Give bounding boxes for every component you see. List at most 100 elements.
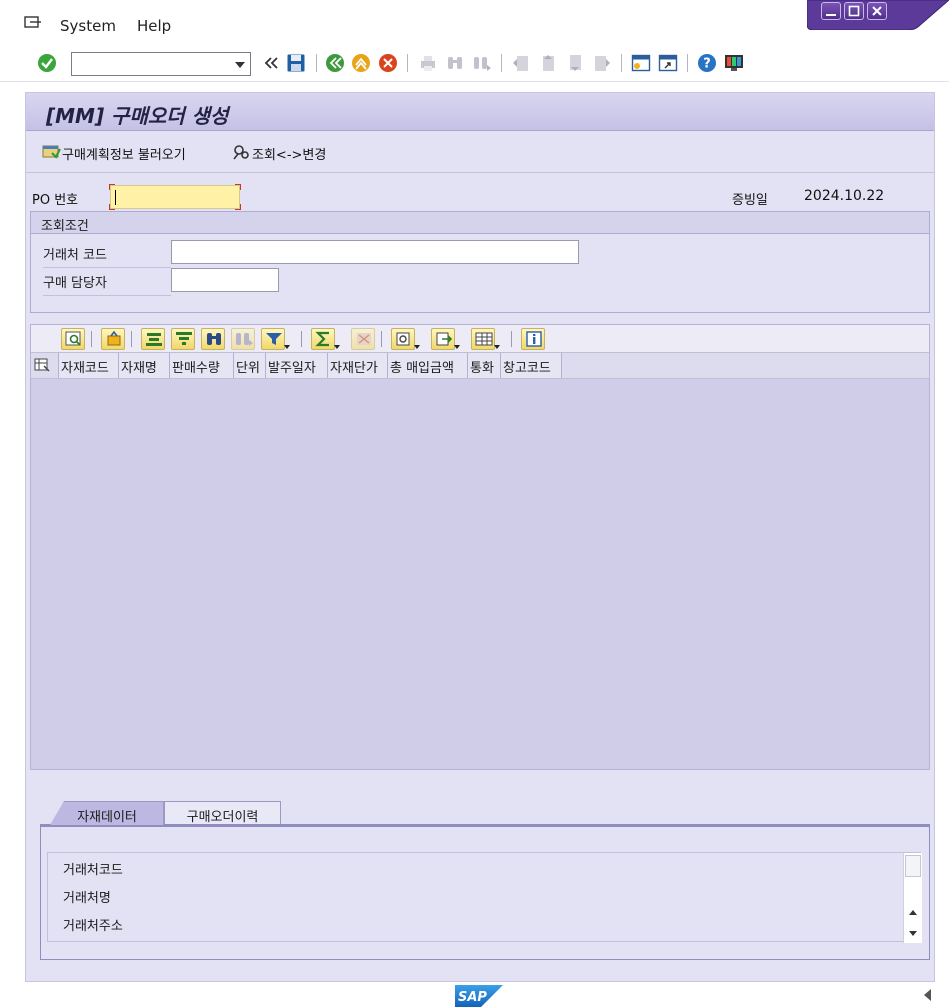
customize-layout-icon[interactable] (724, 53, 744, 73)
filter-icon (266, 333, 282, 345)
scroll-up-icon[interactable] (909, 910, 917, 915)
search-criteria-group: 조회조건 거래처 코드 구매 담당자 (30, 211, 930, 313)
column-header[interactable]: 창고코드 (501, 353, 562, 378)
document-date-label: 증빙일 (732, 193, 768, 208)
sort-ascending-icon (146, 333, 162, 346)
grid-find-button[interactable] (201, 328, 225, 350)
column-header[interactable]: 통화 (468, 353, 501, 378)
column-header[interactable]: 판매수량 (170, 353, 234, 378)
buyer-input[interactable] (171, 268, 279, 292)
page-title: [MM] 구매오더 생성 (46, 104, 229, 128)
required-marker (235, 184, 241, 190)
grid-separator (511, 331, 512, 347)
tab-material-data[interactable]: 자재데이터 (50, 801, 164, 825)
layout-icon (475, 332, 493, 346)
command-field[interactable] (71, 52, 251, 76)
grid-sort-descending-button[interactable] (171, 328, 195, 350)
info-icon (526, 331, 542, 347)
main-panel: [MM] 구매오더 생성 구매계획정보 불러오기 조회<->변경 PO 번호 증… (25, 92, 935, 982)
double-chevron-left-icon[interactable] (262, 53, 282, 73)
buyer-label: 구매 담당자 (43, 272, 171, 296)
grid-find-next-button (231, 328, 255, 350)
select-all-icon (34, 358, 50, 372)
vendor-code-label: 거래처 코드 (43, 244, 171, 268)
minimize-button[interactable] (821, 2, 841, 20)
menu-system[interactable]: System (60, 17, 116, 35)
po-number-label: PO 번호 (32, 193, 79, 208)
scroll-thumb[interactable] (905, 855, 921, 877)
help-icon[interactable]: ? (697, 53, 717, 73)
window-controls (807, 0, 949, 30)
dropdown-arrow-icon (334, 345, 340, 349)
shortcut-icon[interactable] (658, 53, 678, 73)
grid-body[interactable] (31, 379, 929, 769)
grid-filter-button[interactable] (261, 328, 290, 350)
load-plan-label: 구매계획정보 불러오기 (62, 148, 186, 163)
toggle-display-change-button[interactable]: 조회<->변경 (233, 144, 327, 163)
previous-page-icon (543, 55, 554, 71)
sap-logo: SAP (455, 985, 503, 1007)
menu-help[interactable]: Help (137, 17, 171, 35)
grid-separator (131, 331, 132, 347)
column-header[interactable]: 총 매입금액 (388, 353, 468, 378)
new-session-icon[interactable] (631, 53, 651, 73)
exit-icon[interactable] (351, 53, 371, 73)
search-criteria-title: 조회조건 (41, 219, 89, 234)
toggle-display-change-label: 조회<->변경 (252, 148, 327, 163)
po-number-input[interactable] (109, 184, 241, 210)
vertical-scrollbar[interactable] (903, 853, 922, 943)
toolbar-separator (621, 54, 622, 72)
enter-icon[interactable] (37, 53, 57, 73)
grid-export-button[interactable] (431, 328, 460, 350)
dropdown-arrow-icon (284, 345, 290, 349)
column-header[interactable]: 자재명 (119, 353, 170, 378)
tab-label: 구매오더이력 (186, 810, 259, 825)
vendor-code-row: 거래처코드 (63, 863, 123, 878)
menu-bar: System Help (0, 0, 949, 42)
load-plan-icon (42, 145, 61, 159)
dropdown-arrow-icon (414, 345, 420, 349)
menu-icon[interactable] (24, 16, 42, 30)
column-header[interactable]: 자재단가 (328, 353, 388, 378)
print-preview-icon (396, 332, 410, 346)
maximize-icon (848, 5, 860, 17)
standard-toolbar: ? (0, 42, 949, 82)
back-icon[interactable] (325, 53, 345, 73)
dropdown-arrow-icon (454, 345, 460, 349)
select-all-cell[interactable] (31, 353, 59, 378)
item-grid: 자재코드 자재명 판매수량 단위 발주일자 자재단가 총 매입금액 통화 창고코… (30, 324, 930, 770)
close-window-button[interactable] (867, 2, 887, 20)
column-header[interactable]: 발주일자 (266, 353, 328, 378)
toolbar-separator (316, 54, 317, 72)
required-marker (109, 184, 115, 190)
grid-total-button[interactable] (311, 328, 340, 350)
display-change-icon (233, 145, 249, 160)
title-bar: [MM] 구매오더 생성 (26, 93, 934, 131)
chevron-down-icon[interactable] (235, 62, 245, 68)
grid-toolbar (31, 325, 929, 353)
tab-po-history[interactable]: 구매오더이력 (164, 801, 281, 825)
save-icon[interactable] (286, 53, 306, 73)
maximize-button[interactable] (844, 2, 864, 20)
grid-layout-button[interactable] (471, 328, 500, 350)
collapse-status-icon[interactable] (924, 989, 931, 1001)
sigma-icon (315, 331, 329, 347)
scroll-down-icon[interactable] (909, 931, 917, 936)
cancel-icon[interactable] (378, 53, 398, 73)
grid-details-button[interactable] (61, 328, 85, 350)
document-date-value: 2024.10.22 (804, 188, 885, 204)
print-icon (421, 56, 435, 71)
grid-print-preview-button[interactable] (391, 328, 420, 350)
search-criteria-header: 조회조건 (31, 212, 929, 234)
column-header[interactable]: 자재코드 (59, 353, 119, 378)
grid-refresh-button[interactable] (101, 328, 125, 350)
grid-header: 자재코드 자재명 판매수량 단위 발주일자 자재단가 총 매입금액 통화 창고코… (31, 353, 929, 379)
required-marker (109, 204, 115, 210)
load-plan-button[interactable]: 구매계획정보 불러오기 (42, 144, 186, 163)
vendor-address-row: 거래처주소 (63, 919, 123, 934)
status-bar: SAP (0, 982, 949, 1008)
grid-sort-ascending-button[interactable] (141, 328, 165, 350)
column-header[interactable]: 단위 (234, 353, 266, 378)
grid-info-button[interactable] (521, 328, 545, 350)
vendor-code-input[interactable] (171, 240, 579, 264)
